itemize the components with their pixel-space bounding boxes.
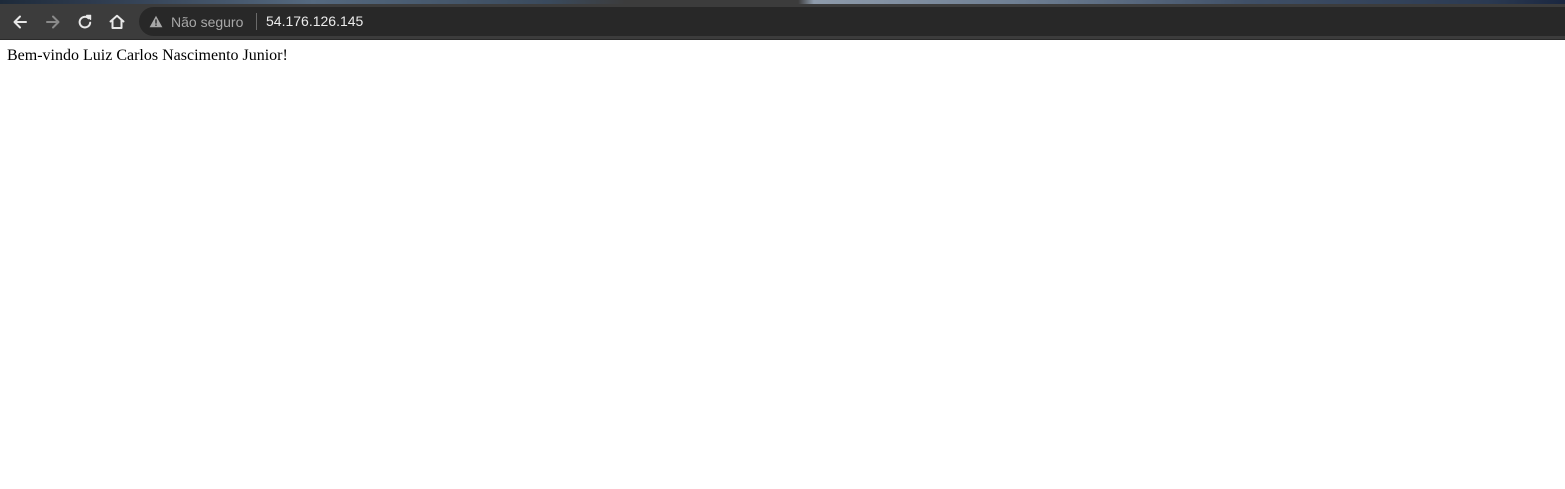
page-content: Bem-vindo Luiz Carlos Nascimento Junior! [0,40,1565,489]
home-icon [108,13,126,31]
address-bar[interactable]: Não seguro 54.176.126.145 [139,7,1565,36]
reload-icon [76,13,94,31]
back-button[interactable] [6,8,34,36]
forward-button[interactable] [39,8,67,36]
address-bar-divider [256,13,257,30]
browser-toolbar: Não seguro 54.176.126.145 [0,4,1565,40]
security-label: Não seguro [171,13,244,30]
welcome-message: Bem-vindo Luiz Carlos Nascimento Junior! [7,47,288,64]
home-button[interactable] [103,8,131,36]
security-indicator[interactable]: Não seguro [149,7,243,36]
warning-triangle-icon [149,15,163,28]
arrow-left-icon [11,13,29,31]
reload-button[interactable] [71,8,99,36]
url-text[interactable]: 54.176.126.145 [266,7,363,36]
arrow-right-icon [44,13,62,31]
